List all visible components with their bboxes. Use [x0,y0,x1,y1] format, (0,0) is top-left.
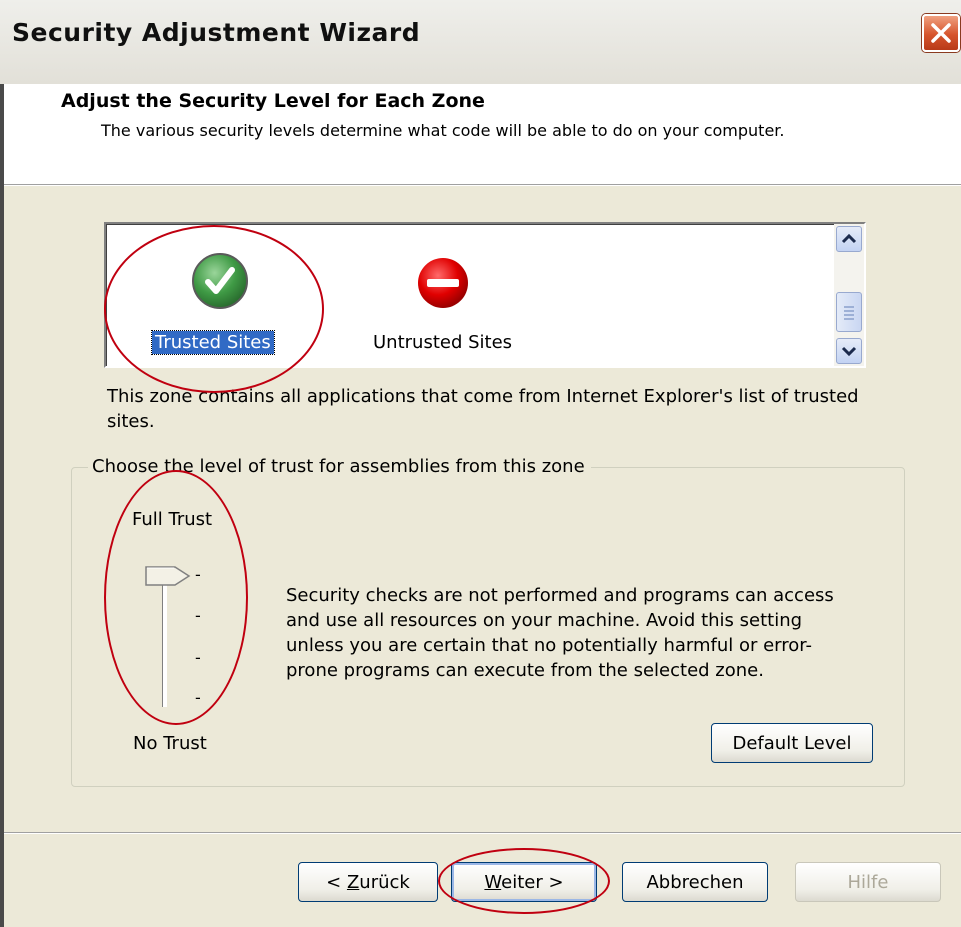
chevron-down-icon [841,346,857,357]
scroll-up-button[interactable] [836,226,862,252]
page-subtitle: The various security levels determine wh… [101,121,785,140]
zone-label-trusted: Trusted Sites [151,330,275,355]
header-divider [4,184,961,186]
slider-tick: - [195,648,201,667]
window-title: Security Adjustment Wizard [12,18,421,47]
slider-tick: - [195,565,201,584]
wizard-window: Security Adjustment Wizard Adjust the Se… [0,0,961,927]
next-button-rest: eiter > [501,872,564,893]
slider-tick: - [195,688,201,707]
slider-tick: - [195,606,201,625]
back-button[interactable]: < Zurück [298,862,438,902]
zone-list-scrollbar[interactable] [834,224,864,366]
cancel-button[interactable]: Abbrechen [622,862,768,902]
wizard-header: Adjust the Security Level for Each Zone … [4,84,961,184]
scroll-thumb[interactable] [836,292,862,332]
page-title: Adjust the Security Level for Each Zone [61,90,485,112]
next-button-accel: W [484,872,502,893]
back-button-accel: Z [346,872,360,893]
zone-description: This zone contains all applications that… [107,386,859,432]
title-bar[interactable]: Security Adjustment Wizard [0,0,961,84]
help-button[interactable]: Hilfe [795,862,941,902]
trust-group-legend: Choose the level of trust for assemblies… [88,456,591,477]
red-no-entry-icon [418,258,468,308]
back-button-prefix: < [326,872,347,893]
trust-level-description: Security checks are not performed and pr… [286,585,834,681]
chevron-up-icon [841,233,857,244]
no-trust-label: No Trust [133,733,207,754]
scroll-down-button[interactable] [836,338,862,364]
full-trust-label: Full Trust [132,509,213,530]
close-x-icon [931,23,951,43]
next-button[interactable]: Weiter > [451,862,597,902]
default-level-button[interactable]: Default Level [711,723,873,763]
trust-slider-track[interactable] [162,575,166,707]
back-button-rest: urück [359,872,410,893]
close-button[interactable] [922,14,960,52]
green-checkmark-icon [192,253,248,309]
trust-slider-thumb[interactable] [145,565,191,587]
grip-icon [844,306,854,320]
footer-divider [4,832,961,834]
zone-label-untrusted: Untrusted Sites [373,332,513,353]
